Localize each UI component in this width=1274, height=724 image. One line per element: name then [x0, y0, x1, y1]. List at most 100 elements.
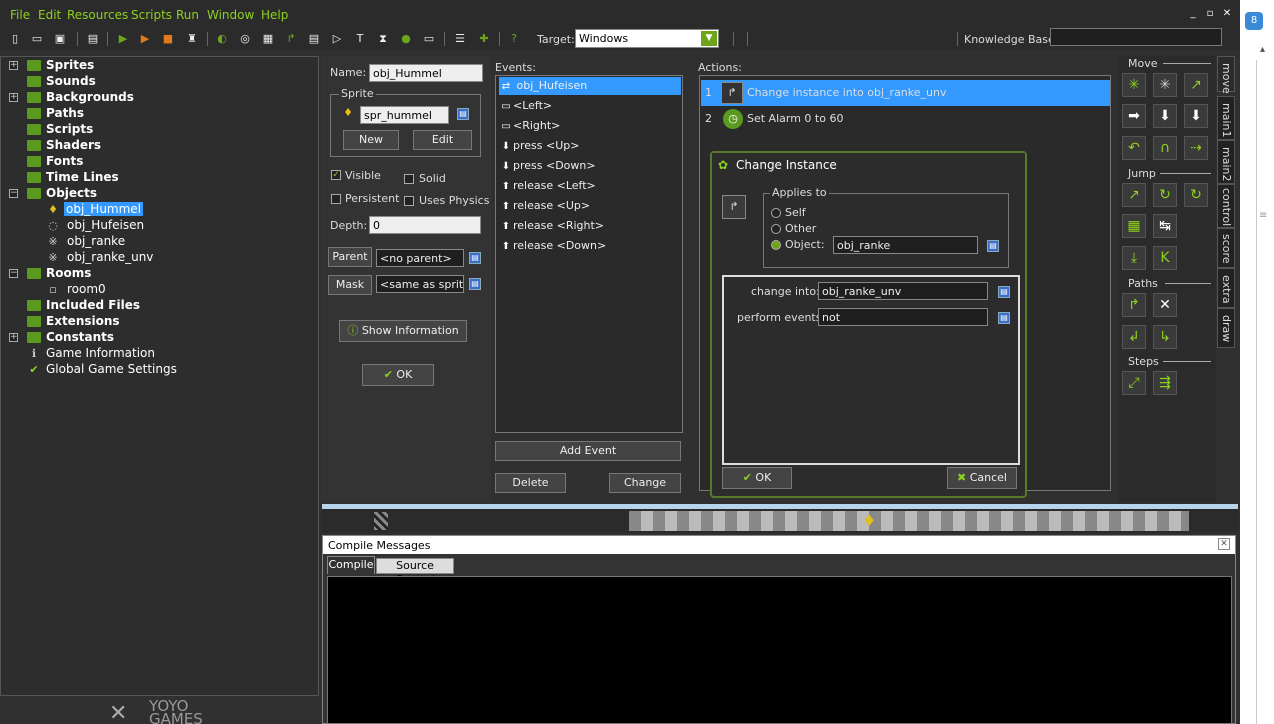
timeline-icon[interactable]: ⧗ [375, 31, 391, 47]
path-speed-icon[interactable]: ↳ [1153, 325, 1177, 349]
persistent-checkbox[interactable] [331, 194, 341, 204]
solid-checkbox[interactable] [404, 174, 414, 184]
change-into-picker-icon[interactable]: ▤ [998, 286, 1010, 298]
add-event-button[interactable]: Add Event [495, 441, 681, 461]
object-icon[interactable]: ● [398, 31, 414, 47]
event-item[interactable]: ⇄ obj_Hufeisen [499, 77, 681, 95]
menu-file[interactable]: File [10, 8, 30, 22]
change-into-input[interactable]: obj_ranke_unv [818, 282, 988, 300]
mask-button[interactable]: Mask [328, 275, 372, 295]
applies-object-input[interactable]: obj_ranke [833, 236, 978, 254]
parent-input[interactable]: <no parent> [376, 249, 464, 267]
tree-item-scripts[interactable]: Scripts [46, 122, 93, 136]
speed-vertical-icon[interactable]: ⬇ [1153, 104, 1177, 128]
mask-picker-icon[interactable]: ▤ [469, 278, 481, 290]
expand-icon[interactable]: + [9, 61, 18, 70]
perform-events-picker-icon[interactable]: ▤ [998, 312, 1010, 324]
room-icon[interactable]: ▭ [421, 31, 437, 47]
tree-item-game-information[interactable]: Game Information [46, 346, 155, 360]
uses-physics-checkbox[interactable] [404, 196, 414, 206]
name-input[interactable]: obj_Hummel [369, 64, 483, 82]
move-fixed-icon[interactable]: ✳ [1122, 73, 1146, 97]
menu-resources[interactable]: Resources [67, 8, 128, 22]
tree-item-objects[interactable]: Objects [46, 186, 97, 200]
sound-icon[interactable]: ◎ [237, 31, 253, 47]
sprite-input[interactable]: spr_hummel [360, 106, 449, 124]
object-ok-button[interactable]: ✔ OK [362, 364, 434, 386]
tree-item-obj-ranke[interactable]: obj_ranke [67, 234, 125, 248]
run-icon[interactable]: ▶ [115, 31, 131, 47]
event-item[interactable]: ⬆ release <Down> [499, 237, 681, 255]
event-item[interactable]: ⬇ press <Down> [499, 157, 681, 175]
tree-item-sounds[interactable]: Sounds [46, 74, 96, 88]
collapse-icon[interactable]: − [9, 269, 18, 278]
tree-item-constants[interactable]: Constants [46, 330, 114, 344]
outer-scrollbar[interactable]: 8 ▴ ≡ [1240, 0, 1274, 724]
menu-run[interactable]: Run [176, 8, 199, 22]
path-position-icon[interactable]: ↲ [1122, 325, 1146, 349]
tab-main2[interactable]: main2 [1217, 140, 1235, 184]
tab-source-control[interactable]: Source Control [376, 558, 454, 586]
set-path-icon[interactable]: ↱ [1122, 293, 1146, 317]
event-item[interactable]: ▭ <Left> [499, 97, 681, 115]
tab-score[interactable]: score [1217, 228, 1235, 268]
tree-item-backgrounds[interactable]: Backgrounds [46, 90, 134, 104]
other-radio[interactable] [771, 224, 781, 234]
visible-checkbox[interactable]: ✓ [331, 170, 341, 180]
speed-horizontal-icon[interactable]: ➡ [1122, 104, 1146, 128]
tree-item-obj-hufeisen[interactable]: obj_Hufeisen [67, 218, 144, 232]
export-icon[interactable]: ▤ [85, 31, 101, 47]
tree-item-paths[interactable]: Paths [46, 106, 84, 120]
align-grid-icon[interactable]: ▦ [1122, 214, 1146, 238]
depth-input[interactable]: 0 [369, 216, 481, 234]
chevron-down-icon[interactable]: ▼ [701, 31, 717, 46]
close-icon[interactable]: ✕ [1221, 8, 1233, 20]
menu-edit[interactable]: Edit [38, 8, 61, 22]
tab-control[interactable]: control [1217, 184, 1235, 228]
stop-icon[interactable]: ■ [160, 31, 176, 47]
path-icon[interactable]: ↱ [283, 31, 299, 47]
move-towards-icon[interactable]: ↗ [1184, 73, 1208, 97]
event-item[interactable]: ⬇ press <Up> [499, 137, 681, 155]
expand-icon[interactable]: + [9, 93, 18, 102]
script-icon[interactable]: ▤ [306, 31, 322, 47]
compile-output[interactable] [327, 576, 1232, 724]
close-icon[interactable]: ✕ [1218, 538, 1230, 550]
show-information-button[interactable]: ⓘ Show Information [339, 320, 467, 342]
scroll-up-icon[interactable]: ▴ [1260, 44, 1265, 55]
debug-icon[interactable]: ▶ [137, 31, 153, 47]
tree-item-global-game-settings[interactable]: Global Game Settings [46, 362, 177, 376]
action-item[interactable]: 1 ↱ Change instance into obj_ranke_unv [701, 80, 1110, 106]
end-path-icon[interactable]: ✕ [1153, 293, 1177, 317]
list-icon[interactable]: ☰ [452, 31, 468, 47]
event-item[interactable]: ⬆ release <Right> [499, 217, 681, 235]
delete-event-button[interactable]: Delete [495, 473, 566, 493]
sprite-icon[interactable]: ◐ [214, 31, 230, 47]
change-event-button[interactable]: Change [609, 473, 681, 493]
menu-scripts[interactable]: Scripts [131, 8, 172, 22]
tree-item-fonts[interactable]: Fonts [46, 154, 83, 168]
tab-extra[interactable]: extra [1217, 268, 1235, 308]
object-picker-icon[interactable]: ▤ [987, 240, 999, 252]
dialog-cancel-button[interactable]: ✖ Cancel [947, 467, 1017, 489]
step-towards-icon[interactable]: ⤢ [1122, 371, 1146, 395]
tree-item-time-lines[interactable]: Time Lines [46, 170, 119, 184]
scroll-grip-icon[interactable]: ≡ [1259, 210, 1267, 221]
menu-help[interactable]: Help [261, 8, 288, 22]
tree-item-shaders[interactable]: Shaders [46, 138, 101, 152]
event-item[interactable]: ⬆ release <Up> [499, 197, 681, 215]
clean-icon[interactable]: ♜ [184, 31, 200, 47]
self-radio[interactable] [771, 208, 781, 218]
tree-item-obj-ranke-unv[interactable]: obj_ranke_unv [67, 250, 153, 264]
tree-item-rooms[interactable]: Rooms [46, 266, 91, 280]
shader-icon[interactable]: ▷ [329, 31, 345, 47]
object-radio[interactable] [771, 240, 781, 250]
dialog-ok-button[interactable]: ✔ OK [722, 467, 792, 489]
move-contact-icon[interactable]: ⤓ [1122, 246, 1146, 270]
restore-icon[interactable]: ▫ [1204, 8, 1216, 20]
collapse-icon[interactable]: − [9, 189, 18, 198]
tree-item-extensions[interactable]: Extensions [46, 314, 120, 328]
tab-move[interactable]: move [1217, 56, 1235, 94]
tree-item-room0[interactable]: room0 [67, 282, 106, 296]
wrap-screen-icon[interactable]: ↹ [1153, 214, 1177, 238]
